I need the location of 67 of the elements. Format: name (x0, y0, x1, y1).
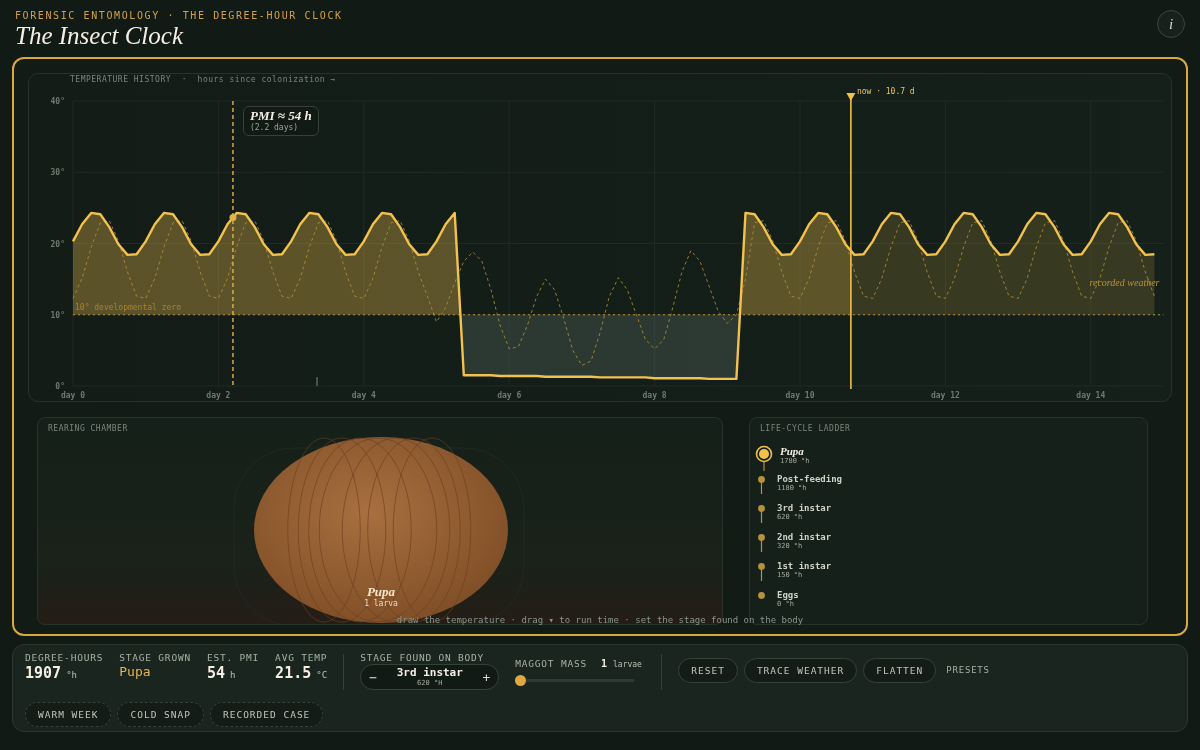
app-eyebrow: FORENSIC ENTOMOLOGY · THE DEGREE-HOUR CLOCK (15, 10, 343, 21)
pin-icon (758, 505, 765, 523)
ring-icon (755, 445, 773, 471)
action-button[interactable]: FLATTEN (863, 658, 937, 683)
axis-label: 20° (50, 239, 65, 249)
stat-value: 21.5 (275, 664, 312, 682)
panel-title: REARING CHAMBER (48, 424, 129, 433)
mass-count: 1 (601, 658, 607, 669)
now-label: now · 10.7 d (856, 87, 915, 96)
preset-button[interactable]: COLD SNAP (117, 702, 204, 727)
axis-label: 40° (50, 97, 65, 106)
pin-icon (758, 476, 765, 494)
stage-name: 2nd instar (777, 532, 832, 542)
specimen-label: Pupa (366, 584, 396, 600)
chart-title: TEMPERATURE HISTORY · hours since colonization → (70, 75, 336, 84)
now-marker[interactable] (846, 93, 856, 390)
pmi-label: PMI ≈ 54 h (2.2 days) (242, 106, 319, 136)
app-title: The Insect Clock (15, 23, 185, 48)
axis-label: day 6 (497, 391, 522, 400)
stat-value: 1907 (25, 664, 62, 682)
panel-title: LIFE-CYCLE LADDER (760, 424, 852, 433)
stage-name: Pupa (780, 445, 805, 457)
axis-label: day 14 (1076, 391, 1106, 400)
stat-label: AVG TEMP (275, 652, 328, 663)
stat-unit: h (230, 670, 236, 680)
pin-icon (758, 563, 765, 581)
stage-name: Post-feeding (777, 474, 843, 484)
stage-name: Eggs (777, 590, 799, 600)
action-button[interactable]: RESET (678, 658, 738, 683)
axis-label: day 8 (642, 391, 667, 400)
presets-label: PRESETS (946, 665, 990, 675)
tick-mark (316, 376, 318, 387)
stat-label: STAGE GROWN (119, 652, 191, 663)
pin-icon (758, 534, 765, 552)
axis-label: day 12 (930, 391, 960, 400)
mass-unit: larvae (613, 660, 642, 669)
specimen-count: 1 larva (363, 599, 399, 608)
axis-label: 10° (50, 310, 65, 320)
slider-thumb[interactable] (515, 675, 527, 686)
stat-value: Pupa (119, 664, 151, 679)
series-label: recorded weather (1089, 277, 1160, 289)
slider-label: MAGGOT MASS (515, 658, 587, 669)
axis-label: 30° (50, 168, 65, 178)
stage-name: 1st instar (777, 561, 832, 571)
axis-label: day 4 (351, 391, 376, 400)
axis-label: day 0 (60, 391, 86, 400)
decrease-button[interactable]: − (369, 669, 378, 685)
preset-button[interactable]: RECORDED CASE (209, 702, 324, 727)
stepper-value: 3rd instar (396, 667, 463, 679)
stat-label: DEGREE-HOURS (25, 652, 104, 663)
dot-icon (758, 592, 765, 599)
stat-unit: °h (66, 670, 77, 680)
stat-unit: °C (316, 670, 328, 680)
stepper-label: STAGE FOUND ON BODY (360, 652, 486, 663)
axis-label: day 2 (206, 391, 231, 400)
stat-value: 54 (206, 664, 225, 682)
preset-button[interactable]: WARM WEEK (25, 702, 112, 727)
increase-button[interactable]: + (482, 669, 491, 685)
threshold-label: 10° developmental zero (75, 302, 181, 312)
pmi-marker[interactable] (229, 100, 237, 387)
axis-label: 0° (55, 382, 65, 391)
action-button[interactable]: TRACE WEATHER (743, 658, 858, 683)
stage-name: 3rd instar (777, 503, 832, 513)
stat-label: EST. PMI (206, 652, 260, 663)
axis-label: day 10 (785, 391, 815, 400)
info-button[interactable]: i (1157, 10, 1185, 38)
pupa-drawing[interactable] (254, 437, 508, 623)
